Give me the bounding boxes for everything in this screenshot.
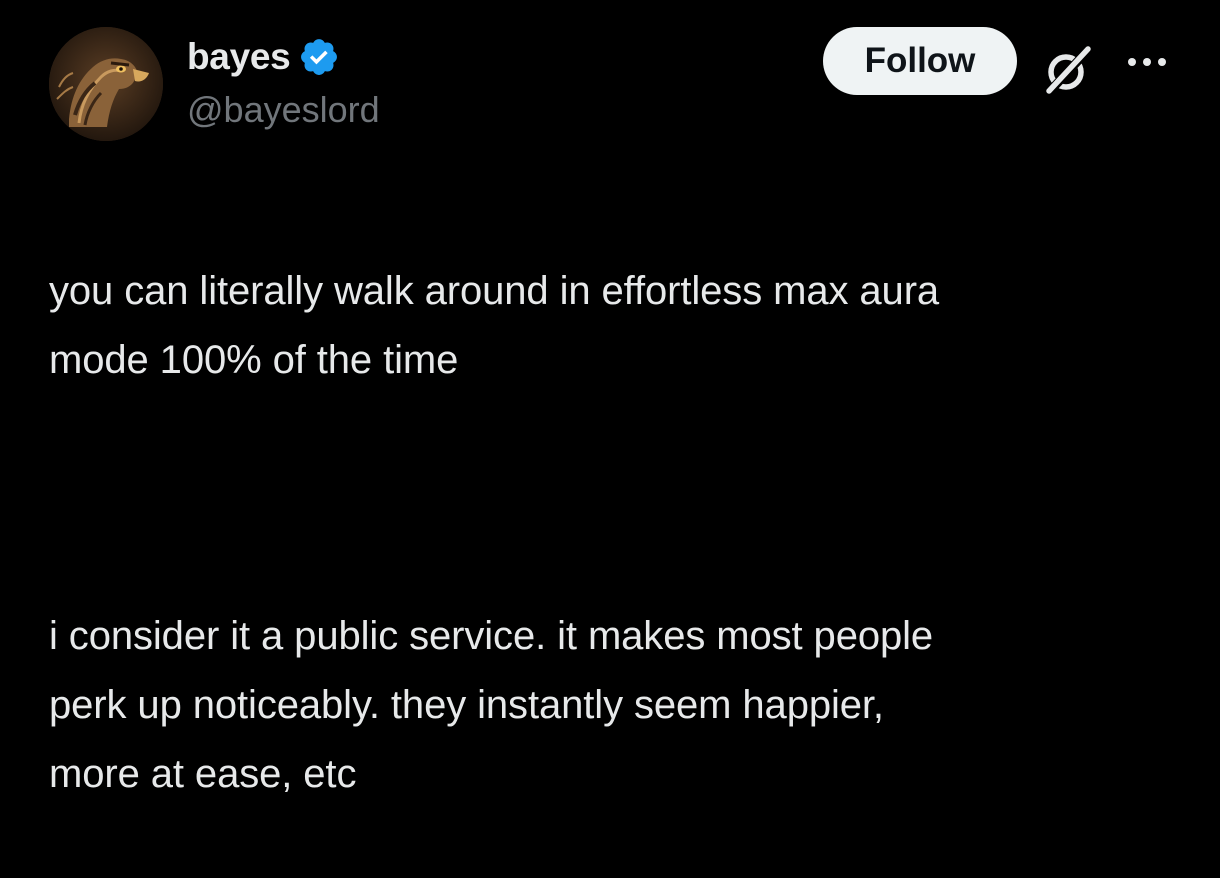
tweet-paragraph: i consider it a public service. it makes…: [49, 614, 934, 796]
more-options-icon[interactable]: [1124, 50, 1170, 74]
tweet-paragraph: you can literally walk around in effortl…: [49, 269, 940, 382]
author-name-row: bayes: [187, 33, 340, 81]
author-display-name[interactable]: bayes: [187, 33, 291, 81]
tweet-text: you can literally walk around in effortl…: [49, 188, 1189, 878]
grok-icon[interactable]: [1038, 40, 1098, 100]
tweet-card: bayes @bayeslord Follow you can literall…: [0, 0, 1220, 796]
verified-badge-icon[interactable]: [298, 36, 340, 78]
eagle-avatar-icon: [49, 27, 163, 141]
author-handle[interactable]: @bayeslord: [187, 88, 380, 132]
avatar[interactable]: [49, 27, 163, 141]
tweet-paragraph-spacer: [49, 464, 1189, 533]
follow-button[interactable]: Follow: [823, 27, 1017, 95]
